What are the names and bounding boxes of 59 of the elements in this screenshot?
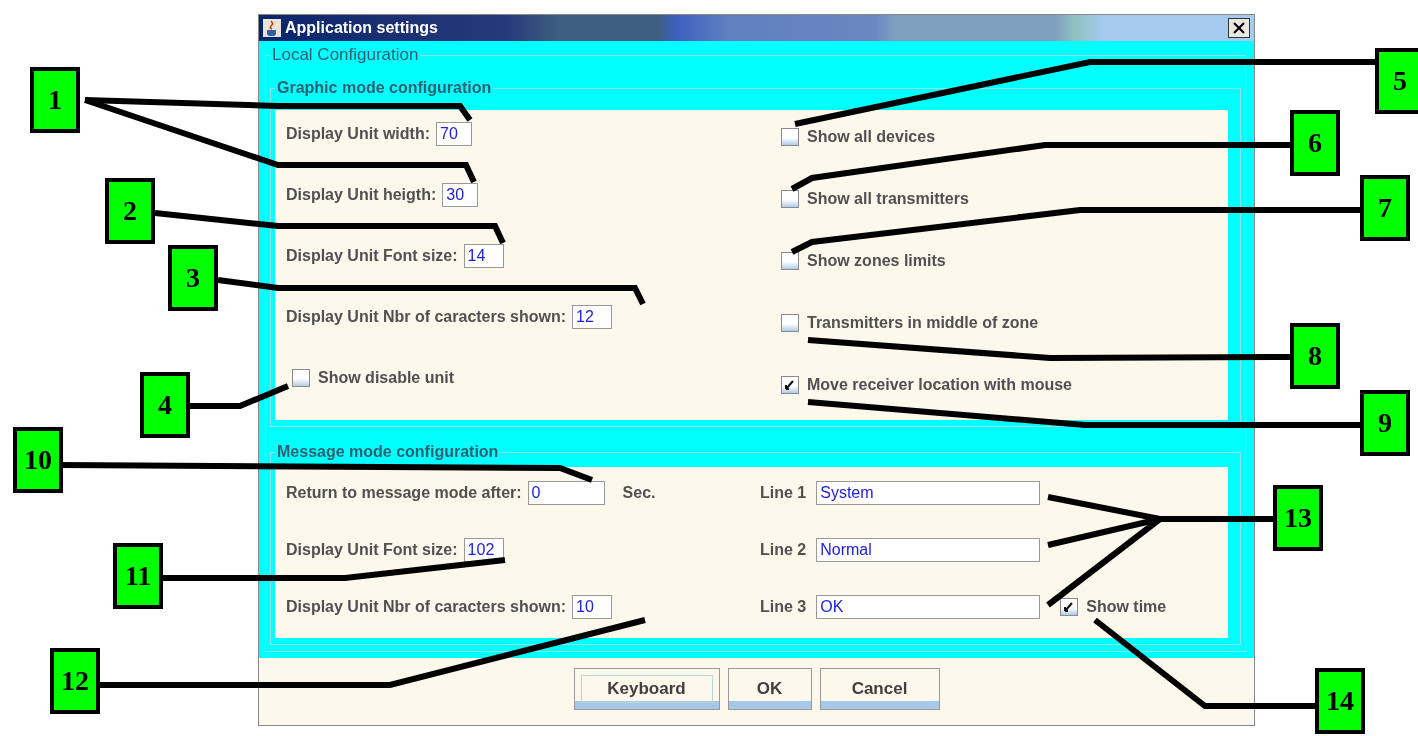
input-field[interactable]: System [816, 481, 1041, 505]
callout-number: 14 [1315, 668, 1365, 734]
checkbox[interactable] [292, 369, 310, 387]
field-label: Line 1 [760, 484, 807, 502]
unit-label: Sec. [622, 484, 656, 502]
field-label: Line 3 [760, 598, 807, 616]
field-label: Line 2 [760, 541, 807, 559]
callout-number: 6 [1290, 110, 1340, 176]
checkbox[interactable] [781, 190, 799, 208]
field-label: Display Unit Font size: [286, 541, 458, 559]
checkbox-label: Show zones limits [807, 252, 946, 270]
input-field[interactable]: 30 [442, 183, 479, 207]
callout-number: 2 [105, 178, 155, 244]
input-field[interactable]: 12 [572, 305, 613, 329]
checkbox[interactable] [781, 376, 799, 394]
window-title: Application settings [285, 19, 438, 37]
callout-number: 7 [1360, 175, 1410, 241]
callout-number: 5 [1375, 48, 1418, 114]
group-title: Local Configuration [271, 45, 420, 65]
checkbox-label: Show time [1086, 598, 1167, 616]
callout-number: 8 [1290, 323, 1340, 389]
callout-number: 1 [30, 67, 80, 133]
field-label: Display Unit Nbr of caracters shown: [286, 598, 567, 616]
dialog-button[interactable]: Keyboard [573, 668, 720, 710]
field-label: Display Unit width: [286, 125, 430, 143]
callout-number: 4 [140, 372, 190, 438]
dialog-button[interactable]: OK [727, 668, 812, 710]
checkbox[interactable] [781, 128, 799, 146]
close-button[interactable] [1228, 18, 1250, 38]
input-field[interactable]: 70 [436, 122, 472, 146]
callout-number: 11 [113, 543, 163, 609]
field-label: Return to message mode after: [286, 484, 522, 502]
group-title: Message mode configuration [276, 443, 500, 461]
input-field[interactable]: 102 [463, 538, 504, 562]
checkbox-label: Move receiver location with mouse [807, 376, 1072, 394]
checkbox-label: Show all devices [807, 128, 936, 146]
checkbox[interactable] [781, 314, 799, 332]
callout-number: 10 [13, 427, 63, 493]
field-label: Display Unit Nbr of caracters shown: [286, 308, 567, 326]
group-title: Graphic mode configuration [276, 79, 493, 97]
field-label: Display Unit heigth: [286, 186, 437, 204]
callout-number: 13 [1273, 485, 1323, 551]
close-icon [1233, 22, 1245, 34]
checkbox[interactable] [1060, 598, 1079, 616]
dialog-button[interactable]: Cancel [819, 668, 940, 710]
checkbox-label: Transmitters in middle of zone [807, 314, 1039, 332]
input-field[interactable]: OK [816, 595, 1041, 619]
callout-number: 12 [50, 648, 100, 714]
input-field[interactable]: 0 [527, 481, 605, 505]
callout-number: 9 [1360, 390, 1410, 456]
field-label: Display Unit Font size: [286, 247, 458, 265]
coffee-cup-icon [263, 19, 281, 37]
input-field[interactable]: Normal [816, 538, 1041, 562]
input-field[interactable]: 14 [463, 244, 504, 268]
callout-number: 3 [168, 245, 218, 311]
checkbox-label: Show all transmitters [807, 190, 969, 208]
checkbox[interactable] [781, 252, 799, 270]
input-field[interactable]: 10 [572, 595, 613, 619]
checkbox-label: Show disable unit [318, 369, 454, 387]
